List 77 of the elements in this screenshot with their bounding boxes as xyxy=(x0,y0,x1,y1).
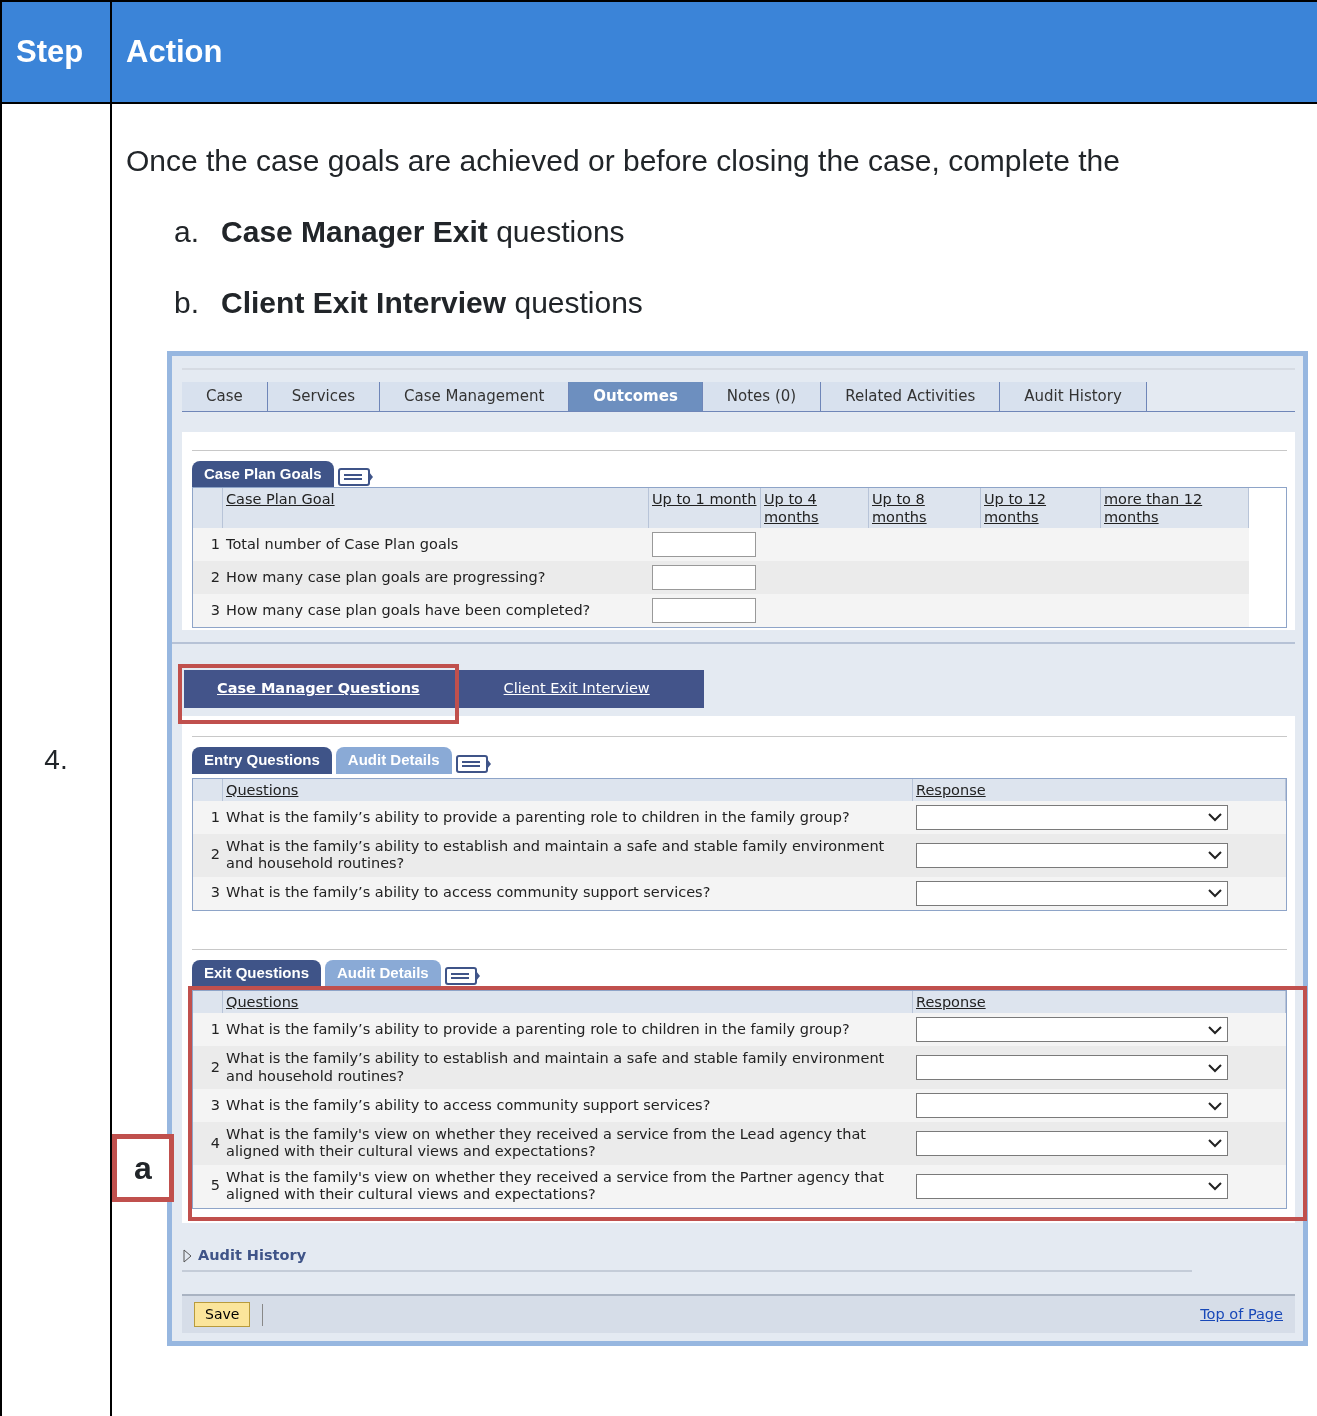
instruction-text: Once the case goals are achieved or before closing the case, complete the xyxy=(126,143,1121,179)
table-icon[interactable] xyxy=(455,753,492,774)
table-cell: What is the family’s ability to provide a parenting role to children in the family group? xyxy=(223,800,913,834)
column-header[interactable]: Questions xyxy=(223,778,913,801)
row-number: 4 xyxy=(193,1122,223,1165)
tab[interactable]: Case Manager Questions xyxy=(182,680,455,697)
table-cell: What is the family’s ability to establish and maintain a safe and stable family environment and household routines? xyxy=(223,833,913,877)
chevron-icon xyxy=(1207,888,1223,899)
list-marker: b. xyxy=(174,285,200,321)
row-number: 3 xyxy=(193,876,223,910)
table-cell: What is the family’s ability to provide a parenting role to children in the family group? xyxy=(223,1013,913,1047)
table-cell: What is the family’s ability to establish and maintain a safe and stable family environment and household routines? xyxy=(223,1046,913,1090)
table-cell: Total number of Case Plan goals xyxy=(223,528,649,562)
column-header[interactable]: Up to 8 months xyxy=(869,488,981,529)
dropdown[interactable] xyxy=(916,1093,1228,1119)
column-header: Step xyxy=(2,2,112,104)
row-number: 5 xyxy=(193,1164,223,1208)
chevron-icon xyxy=(1207,1100,1223,1111)
dropdown[interactable] xyxy=(916,1055,1228,1081)
header-cell xyxy=(193,991,223,1014)
column-header[interactable]: Case Plan Goal xyxy=(223,488,649,529)
dropdown[interactable] xyxy=(916,880,1228,906)
row-number: 3 xyxy=(193,1089,223,1123)
dropdown[interactable] xyxy=(916,1173,1228,1199)
table-cell: What is the family's view on whether they received a service from the Lead agency that aligned with their cultural views and expectations? xyxy=(223,1122,913,1165)
section-tab[interactable]: Entry Questions xyxy=(192,747,332,774)
list-item-text: Client Exit Interview questions xyxy=(221,285,643,321)
step-number: 4. xyxy=(44,743,68,777)
row-number: 2 xyxy=(193,833,223,877)
table-icon[interactable] xyxy=(444,966,481,987)
section-tab[interactable]: Exit Questions xyxy=(192,959,322,987)
tab[interactable]: Services xyxy=(267,382,380,411)
tab[interactable]: Related Activities xyxy=(821,382,1001,411)
row-number: 1 xyxy=(193,528,223,562)
tab[interactable]: Case Management xyxy=(380,382,570,411)
table-cell: What is the family's view on whether they received a service from the Partner agency that aligned with their cultural views and expectations? xyxy=(223,1164,913,1208)
dropdown[interactable] xyxy=(916,842,1228,868)
column-header[interactable]: Response xyxy=(913,991,1286,1014)
tab[interactable]: Audit History xyxy=(1000,382,1147,411)
table-cell: What is the family’s ability to access community support services? xyxy=(223,876,913,910)
chevron-icon xyxy=(1207,812,1223,823)
column-header[interactable]: Up to 1 month xyxy=(649,488,761,529)
top-of-page-link[interactable]: Top of Page xyxy=(1200,1304,1283,1326)
row-number: 1 xyxy=(193,1013,223,1047)
callout-label: a xyxy=(112,1134,174,1202)
row-number: 2 xyxy=(193,561,223,595)
section-tab[interactable]: Case Plan Goals xyxy=(192,460,334,487)
row-number: 2 xyxy=(193,1046,223,1090)
row-number: 3 xyxy=(193,594,223,628)
section-link[interactable]: Audit History xyxy=(198,1244,307,1267)
column-header[interactable]: Questions xyxy=(223,991,913,1014)
header-cell xyxy=(193,488,223,529)
row-number: 1 xyxy=(193,800,223,834)
chevron-icon xyxy=(1207,1024,1223,1035)
table-cell: How many case plan goals are progressing? xyxy=(223,561,649,595)
table-icon[interactable] xyxy=(337,467,374,487)
column-header[interactable]: more than 12 months xyxy=(1101,488,1249,529)
column-header[interactable]: Response xyxy=(913,778,1286,801)
tab[interactable]: Notes (0) xyxy=(702,382,822,411)
table-cell: What is the family’s ability to access community support services? xyxy=(223,1089,913,1123)
dropdown[interactable] xyxy=(916,1017,1228,1043)
header-cell xyxy=(193,778,223,801)
table-cell: How many case plan goals have been completed? xyxy=(223,594,649,628)
list-item-text: Case Manager Exit questions xyxy=(221,214,625,250)
column-header[interactable]: Up to 12 months xyxy=(981,488,1101,529)
chevron-icon xyxy=(1207,1062,1223,1073)
save-button[interactable]: Save xyxy=(194,1302,251,1328)
chevron-icon xyxy=(1207,850,1223,861)
tab[interactable]: Case xyxy=(182,382,268,411)
chevron-icon xyxy=(1207,1138,1223,1149)
tab[interactable]: Client Exit Interview xyxy=(458,678,685,701)
column-header[interactable]: Up to 4 months xyxy=(761,488,869,529)
list-marker: a. xyxy=(174,214,200,250)
dropdown[interactable] xyxy=(916,804,1228,830)
dropdown[interactable] xyxy=(916,1130,1228,1156)
chevron-icon xyxy=(1207,1181,1223,1192)
column-header: Action xyxy=(112,2,1317,104)
